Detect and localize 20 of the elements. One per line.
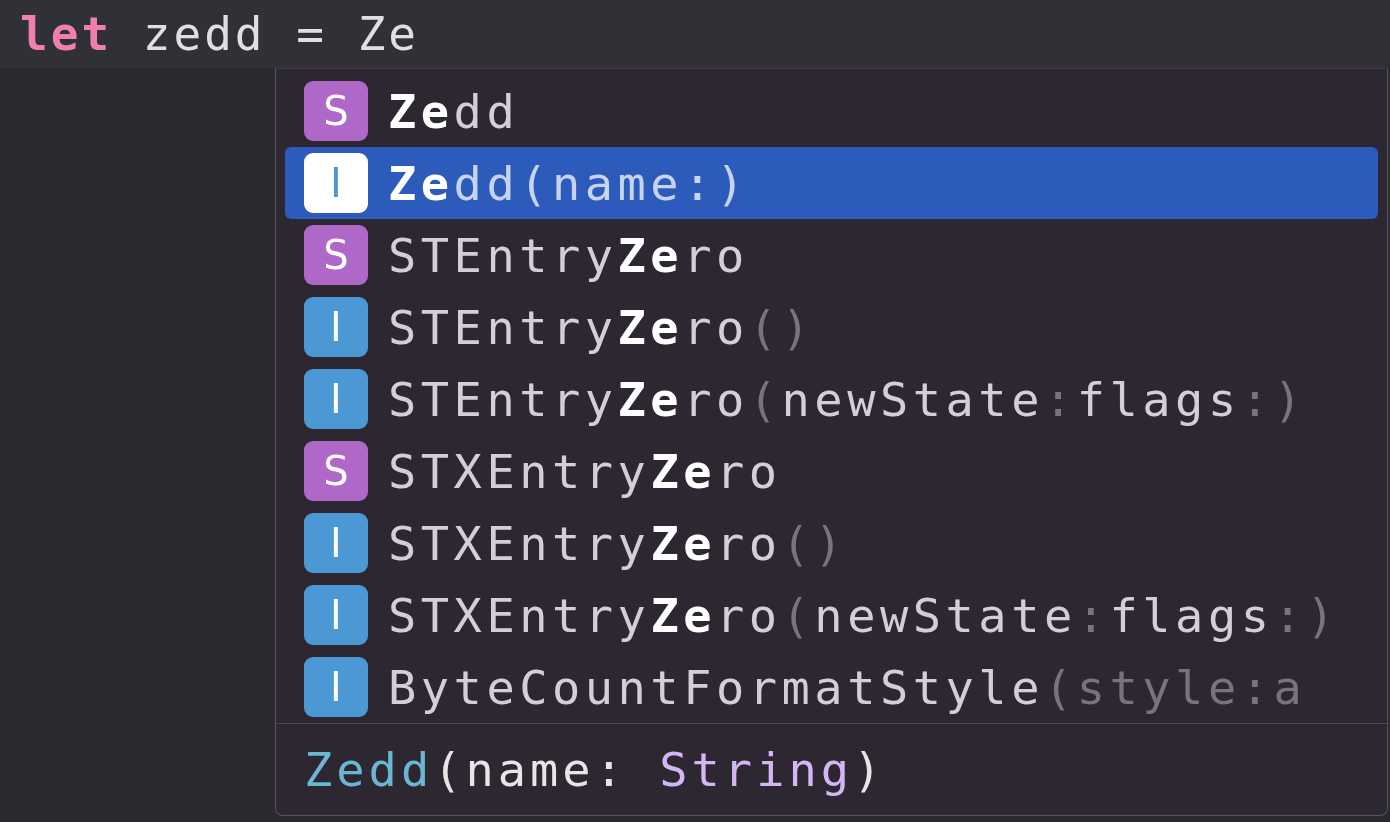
completion-item[interactable]: S Zedd	[285, 75, 1378, 147]
symbol-badge: I	[304, 369, 368, 429]
symbol-badge: S	[304, 225, 368, 285]
signature-text: Zedd(name: String)	[304, 742, 886, 797]
symbol-badge: I	[304, 585, 368, 645]
completion-item[interactable]: I STEntryZe ro()	[285, 291, 1378, 363]
symbol-badge: I	[304, 297, 368, 357]
symbol-badge: I	[304, 153, 368, 213]
completion-item[interactable]: I STEntryZe ro(newState:flags:)	[285, 363, 1378, 435]
completion-item[interactable]: I STXEntryZe ro(newState:flags:)	[285, 579, 1378, 651]
completion-item[interactable]: S STEntryZe ro	[285, 219, 1378, 291]
symbol-badge: I	[304, 657, 368, 717]
symbol-badge: S	[304, 441, 368, 501]
symbol-badge: S	[304, 81, 368, 141]
completion-item[interactable]: S STXEntryZe ro	[285, 435, 1378, 507]
completion-item[interactable]: I Zedd(name:)	[285, 147, 1378, 219]
completion-item[interactable]: I ByteCountFormatStyle(style:a	[285, 651, 1378, 723]
completion-item[interactable]: I STXEntryZe ro()	[285, 507, 1378, 579]
symbol-badge: I	[304, 513, 368, 573]
code-line: let zedd = Ze	[20, 7, 420, 61]
